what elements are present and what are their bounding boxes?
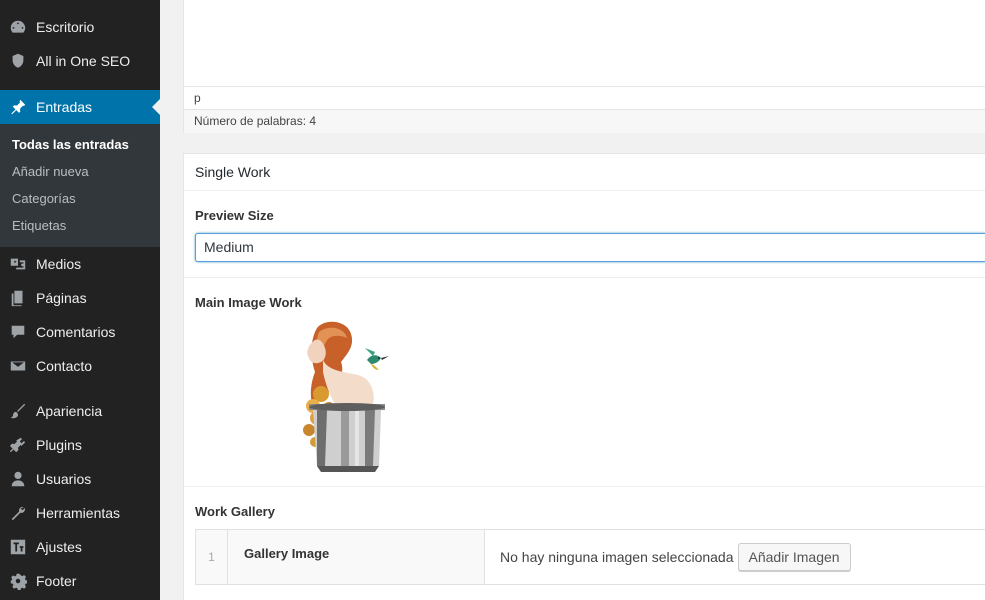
gallery-image-field: No hay ninguna imagen seleccionada Añadi… — [485, 530, 985, 584]
settings-icon — [8, 537, 28, 557]
menu-item-paginas[interactable]: Páginas — [0, 281, 160, 315]
menu-item-footer[interactable]: Footer — [0, 564, 160, 598]
preview-size-select[interactable]: Medium — [195, 233, 985, 262]
menu-label: Medios — [36, 256, 82, 272]
dashboard-icon — [8, 17, 28, 37]
menu-item-comentarios[interactable]: Comentarios — [0, 315, 160, 349]
mail-icon — [8, 356, 28, 376]
single-work-metabox: Single Work Preview Size Medium Main Ima… — [183, 153, 985, 600]
media-icon — [8, 254, 28, 274]
menu-label: Plugins — [36, 437, 82, 453]
menu-label: Contacto — [36, 358, 93, 374]
main-image-thumbnail[interactable] — [295, 320, 395, 472]
post-editor: p Número de palabras: 4 — [183, 0, 985, 133]
menu-item-medios[interactable]: Medios — [0, 247, 160, 281]
woman-illustration — [303, 321, 389, 472]
menu-label: Comentarios — [36, 324, 116, 340]
add-image-button[interactable]: Añadir Imagen — [737, 543, 851, 571]
menu-item-all-in-one-seo[interactable]: All in One SEO — [0, 44, 160, 78]
submenu-etiquetas[interactable]: Etiquetas — [0, 212, 160, 239]
no-image-text: No hay ninguna imagen seleccionada — [500, 549, 734, 565]
main-image-label: Main Image Work — [195, 295, 302, 310]
submenu-anadir-nueva[interactable]: Añadir nueva — [0, 158, 160, 185]
menu-item-escritorio[interactable]: Escritorio — [0, 10, 160, 44]
preview-size-label: Preview Size — [195, 208, 274, 223]
menu-item-apariencia[interactable]: Apariencia — [0, 394, 160, 428]
field-divider — [184, 486, 985, 487]
menu-label: Páginas — [36, 290, 87, 306]
brush-icon — [8, 401, 28, 421]
menu-label: Ajustes — [36, 539, 82, 555]
editor-text-area[interactable] — [184, 0, 985, 87]
menu-label: Escritorio — [36, 19, 95, 35]
pin-icon — [8, 97, 28, 117]
menu-label: Apariencia — [36, 403, 103, 419]
metabox-title[interactable]: Single Work — [184, 154, 985, 191]
work-gallery-label: Work Gallery — [195, 504, 275, 519]
menu-label: All in One SEO — [36, 53, 131, 69]
entradas-submenu: Todas las entradas Añadir nueva Categorí… — [0, 124, 160, 247]
submenu-categorias[interactable]: Categorías — [0, 185, 160, 212]
menu-item-contacto[interactable]: Contacto — [0, 349, 160, 383]
menu-label: Herramientas — [36, 505, 121, 521]
gallery-image-label: Gallery Image — [228, 530, 485, 584]
gear-icon — [8, 571, 28, 591]
admin-sidebar: Escritorio All in One SEO Entradas Todas… — [0, 0, 160, 600]
menu-label: Entradas — [36, 99, 93, 115]
gallery-table-row: 1 Gallery Image No hay ninguna imagen se… — [195, 529, 985, 585]
row-index: 1 — [196, 530, 228, 584]
menu-label: Footer — [36, 573, 77, 589]
field-divider — [184, 277, 985, 278]
comment-icon — [8, 322, 28, 342]
word-count: Número de palabras: 4 — [184, 109, 985, 133]
plugin-icon — [8, 435, 28, 455]
menu-item-ajustes[interactable]: Ajustes — [0, 530, 160, 564]
pages-icon — [8, 288, 28, 308]
menu-item-plugins[interactable]: Plugins — [0, 428, 160, 462]
shield-icon — [8, 51, 28, 71]
editor-path: p — [194, 91, 201, 105]
menu-item-usuarios[interactable]: Usuarios — [0, 462, 160, 496]
main-content: p Número de palabras: 4 Single Work Prev… — [160, 0, 985, 600]
menu-label: Usuarios — [36, 471, 92, 487]
menu-item-entradas[interactable]: Entradas — [0, 90, 160, 124]
wrench-icon — [8, 503, 28, 523]
menu-item-herramientas[interactable]: Herramientas — [0, 496, 160, 530]
submenu-todas-las-entradas[interactable]: Todas las entradas — [0, 131, 160, 158]
user-icon — [8, 469, 28, 489]
